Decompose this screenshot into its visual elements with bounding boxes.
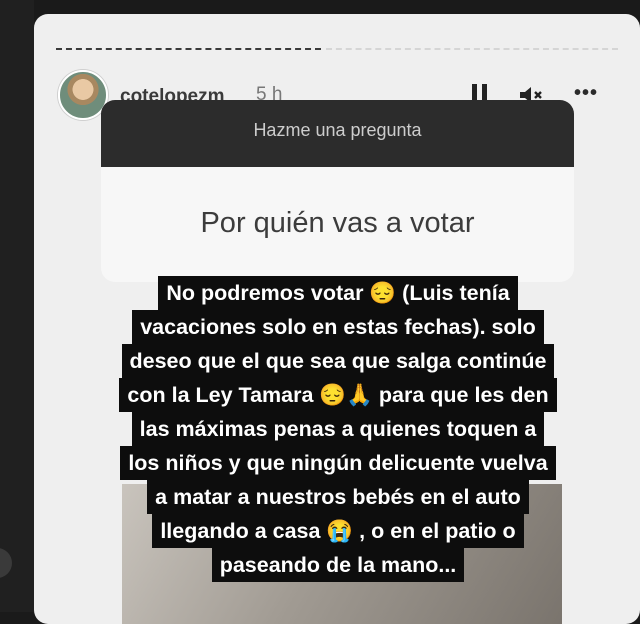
caption-line: paseando de la mano... xyxy=(211,548,465,582)
caption-line: llegando a casa 😭 , o en el patio o xyxy=(152,514,524,548)
question-prompt: Hazme una pregunta xyxy=(101,100,574,167)
question-sticker[interactable]: Hazme una pregunta Por quién vas a votar xyxy=(101,100,574,282)
caption-line: con la Ley Tamara 😔🙏 para que les den xyxy=(119,378,557,412)
caption-line: los niños y que ningún delicuente vuelva xyxy=(120,446,556,480)
more-options-icon[interactable]: ••• xyxy=(574,83,604,106)
caption-line: las máximas penas a quienes toquen a xyxy=(131,412,545,446)
story-progress-bar xyxy=(56,48,618,50)
story-viewer[interactable]: cotelopezm 5 h ••• Hazme una pregunta Po… xyxy=(34,14,640,624)
caption-line: vacaciones solo en estas fechas). solo xyxy=(132,310,544,344)
progress-segment-viewed xyxy=(56,48,321,52)
progress-segment-remaining xyxy=(326,48,618,52)
question-answer: Por quién vas a votar xyxy=(200,207,475,239)
left-backdrop xyxy=(0,0,34,612)
caption-line: deseo que el que sea que salga continúe xyxy=(121,344,555,378)
caption-line: a matar a nuestros bebés en el auto xyxy=(147,480,529,514)
story-caption: No podremos votar 😔 (Luis tenía vacacion… xyxy=(62,276,614,582)
caption-line: No podremos votar 😔 (Luis tenía xyxy=(158,276,518,310)
